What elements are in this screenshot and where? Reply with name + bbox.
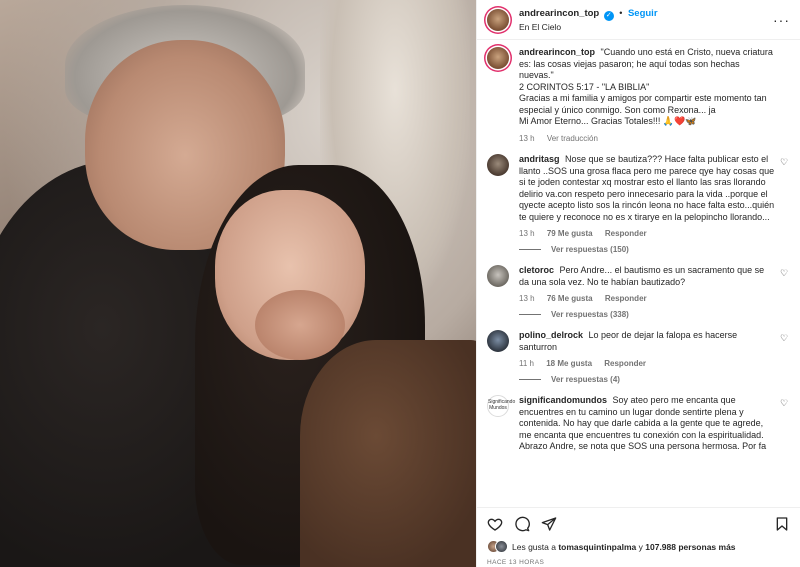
comment-text: Nose que se bautiza??? Hace falta public… [519, 154, 775, 222]
caption-username[interactable]: andrearincon_top [519, 47, 595, 57]
comment-time[interactable]: 13 h [519, 294, 535, 303]
post-location[interactable]: En El Cielo [519, 21, 658, 33]
replies-divider [519, 378, 541, 380]
comment-like-heart-icon[interactable]: ♡ [780, 333, 790, 343]
post-actions: Les gusta a tomasquintinpalma y 107.988 … [477, 507, 800, 567]
caption-avatar[interactable] [487, 47, 509, 69]
replies-divider [519, 313, 541, 315]
commenter-avatar[interactable] [487, 265, 509, 287]
commenter-username[interactable]: cletoroc [519, 265, 554, 275]
replies-divider [519, 248, 541, 250]
translate-link[interactable]: Ver traducción [547, 134, 598, 143]
view-replies-label: Ver respuestas (338) [551, 309, 629, 319]
comment-item: Significando Mundos significandomundos S… [487, 395, 790, 453]
comment-time[interactable]: 13 h [519, 229, 535, 238]
separator-dot: • [619, 7, 623, 18]
view-replies-label: Ver respuestas (150) [551, 244, 629, 254]
likes-prefix: Les gusta a [512, 541, 556, 552]
comment-icon[interactable] [514, 516, 530, 532]
caption-text-4: Mi Amor Eterno... Gracias Totales!!! 🙏❤️… [519, 116, 697, 126]
view-replies-button[interactable]: Ver respuestas (338) [519, 309, 776, 321]
post-timestamp[interactable]: HACE 13 HORAS [487, 559, 790, 566]
post-side-panel: andrearincon_top ✓ • Seguir En El Cielo … [476, 0, 800, 567]
caption-time[interactable]: 13 h [519, 134, 535, 143]
follow-button[interactable]: Seguir [628, 8, 658, 19]
commenter-avatar[interactable] [487, 154, 509, 176]
comment-item: andritasg Nose que se bautiza??? Hace fa… [487, 154, 790, 255]
heart-icon[interactable] [487, 516, 503, 532]
commenter-username[interactable]: significandomundos [519, 395, 607, 405]
author-avatar[interactable] [487, 8, 509, 31]
post-header: andrearincon_top ✓ • Seguir En El Cielo … [477, 0, 800, 40]
more-icon[interactable]: ··· [773, 12, 790, 28]
comment-like-heart-icon[interactable]: ♡ [780, 268, 790, 278]
likes-count[interactable]: 107.988 personas más [645, 542, 735, 552]
comment-item: polino_delrock Lo peor de dejar la falop… [487, 330, 790, 385]
view-replies-button[interactable]: Ver respuestas (4) [519, 374, 776, 386]
view-replies-label: Ver respuestas (4) [551, 374, 620, 384]
commenter-username[interactable]: andritasg [519, 154, 560, 164]
comment-like-heart-icon[interactable]: ♡ [780, 157, 790, 167]
reply-button[interactable]: Responder [605, 229, 647, 238]
comment-likes[interactable]: 76 Me gusta [547, 294, 593, 303]
verified-icon: ✓ [603, 10, 614, 21]
save-icon[interactable] [774, 516, 790, 532]
caption-text-2: 2 CORINTOS 5:17 - "LA BIBLIA" [519, 81, 650, 92]
likes-summary[interactable]: Les gusta a tomasquintinpalma y 107.988 … [487, 540, 790, 553]
share-icon[interactable] [541, 516, 557, 532]
comment-item: cletoroc Pero Andre... el bautismo es un… [487, 265, 790, 320]
reply-button[interactable]: Responder [605, 294, 647, 303]
commenter-avatar[interactable] [487, 330, 509, 352]
comments-list[interactable]: andrearincon_top "Cuando uno está en Cri… [477, 41, 800, 507]
post-modal: andrearincon_top ✓ • Seguir En El Cielo … [0, 0, 800, 567]
commenter-username[interactable]: polino_delrock [519, 330, 583, 340]
likes-user[interactable]: tomasquintinpalma [558, 542, 636, 552]
comment-likes[interactable]: 79 Me gusta [547, 229, 593, 238]
likes-middle: y [638, 541, 643, 552]
comment-time[interactable]: 11 h [519, 359, 534, 368]
caption-text-3: Gracias a mi familia y amigos por compar… [519, 93, 767, 115]
caption: andrearincon_top "Cuando uno está en Cri… [487, 47, 790, 144]
liker-avatar [495, 540, 508, 553]
view-replies-button[interactable]: Ver respuestas (150) [519, 244, 776, 256]
reply-button[interactable]: Responder [604, 359, 646, 368]
author-username[interactable]: andrearincon_top [519, 8, 599, 19]
comment-text: Pero Andre... el bautismo es un sacramen… [519, 265, 765, 287]
post-photo[interactable] [0, 0, 476, 567]
comment-like-heart-icon[interactable]: ♡ [780, 398, 790, 408]
comment-likes[interactable]: 18 Me gusta [546, 359, 592, 368]
commenter-avatar-logo[interactable]: Significando Mundos [487, 395, 515, 417]
